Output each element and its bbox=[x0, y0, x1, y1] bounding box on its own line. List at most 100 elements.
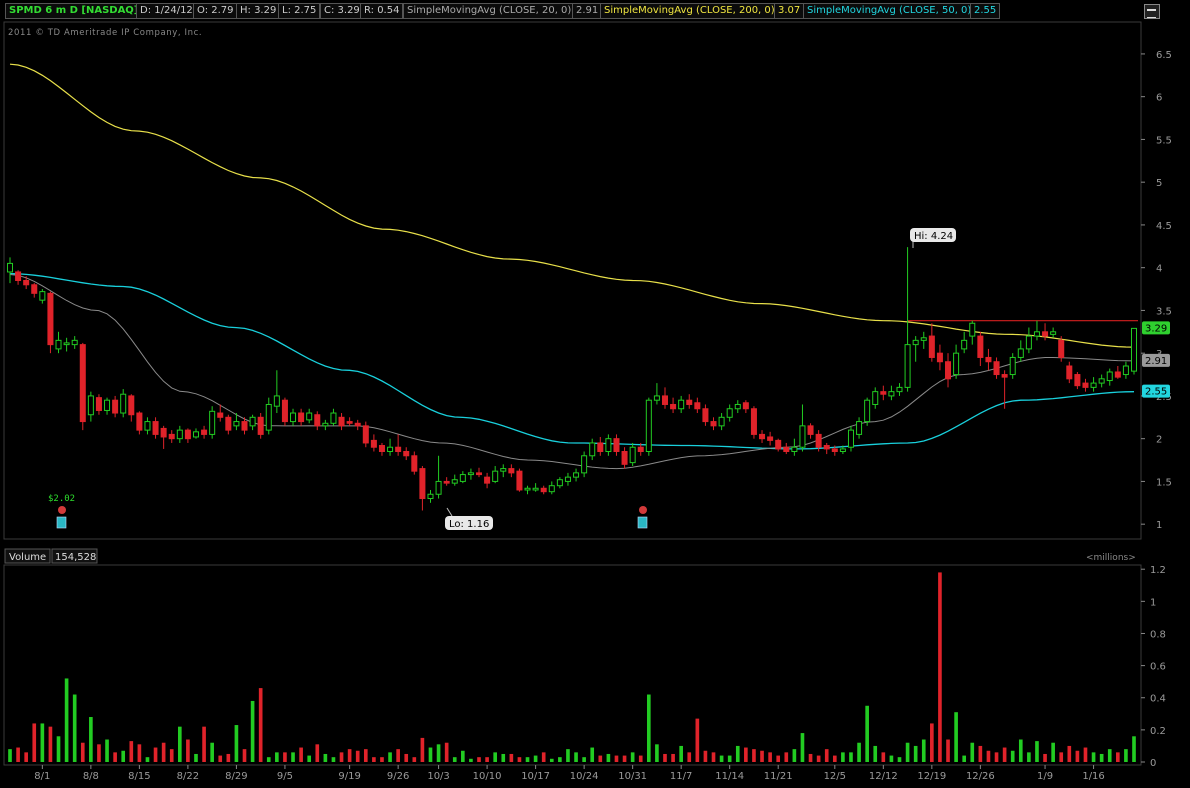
candle-body bbox=[953, 352, 960, 376]
candle bbox=[192, 428, 199, 439]
candle-body bbox=[451, 479, 458, 484]
volume-bar bbox=[275, 752, 279, 762]
candle-body bbox=[15, 271, 22, 282]
dividend-amount: $2.02 bbox=[48, 494, 75, 504]
candle-body bbox=[362, 425, 369, 444]
candle-body bbox=[653, 395, 660, 401]
candle bbox=[1114, 366, 1121, 379]
candle-body bbox=[702, 408, 709, 423]
candle-body bbox=[678, 399, 685, 410]
candle-body bbox=[831, 448, 838, 452]
candle-body bbox=[589, 442, 596, 457]
candle-body bbox=[144, 421, 151, 431]
volume-bar bbox=[461, 750, 465, 762]
volume-bar bbox=[331, 757, 336, 762]
volume-bar bbox=[590, 747, 595, 762]
candle-body bbox=[1106, 371, 1113, 382]
price-tick-label: 4 bbox=[1156, 264, 1162, 275]
candle bbox=[95, 394, 102, 415]
candle-body bbox=[888, 391, 895, 397]
candle-body bbox=[670, 403, 677, 410]
volume-tick-label: 0.6 bbox=[1150, 662, 1166, 673]
candle-body bbox=[1033, 331, 1040, 337]
volume-bar bbox=[347, 749, 352, 762]
sma20-line bbox=[9, 274, 1135, 470]
candle-body bbox=[872, 391, 879, 405]
date-tick-label: 12/26 bbox=[966, 771, 995, 782]
candle-body bbox=[128, 395, 135, 416]
date-tick-label: 11/14 bbox=[715, 771, 744, 782]
volume-bar bbox=[824, 749, 829, 762]
candle-body bbox=[564, 476, 571, 482]
candle bbox=[645, 397, 652, 456]
candle-body bbox=[597, 442, 604, 453]
candle bbox=[670, 397, 677, 414]
volume-bar bbox=[1010, 750, 1015, 762]
candle bbox=[209, 406, 216, 439]
candle-body bbox=[257, 416, 264, 435]
candlestick-series bbox=[6, 247, 1138, 511]
candle bbox=[1025, 327, 1032, 354]
candle-body bbox=[1025, 335, 1032, 350]
candle bbox=[823, 442, 830, 455]
candle-body bbox=[791, 446, 798, 453]
candle-body bbox=[556, 479, 563, 487]
candle-body bbox=[969, 322, 976, 337]
candle bbox=[589, 438, 596, 461]
candle-body bbox=[661, 395, 668, 405]
candle-body bbox=[419, 468, 426, 500]
candle-body bbox=[39, 291, 46, 301]
volume-bar bbox=[242, 749, 247, 762]
volume-bar bbox=[752, 749, 756, 762]
candle bbox=[896, 383, 903, 396]
candle-body bbox=[1017, 348, 1024, 358]
candle bbox=[217, 404, 224, 422]
candle bbox=[427, 489, 434, 503]
volume-bar bbox=[1083, 747, 1088, 762]
volume-bar bbox=[1116, 752, 1120, 762]
candle bbox=[354, 419, 361, 431]
volume-bar bbox=[1132, 736, 1136, 762]
candle-body bbox=[839, 448, 846, 452]
candle bbox=[120, 389, 127, 418]
candle bbox=[370, 434, 377, 452]
candle bbox=[1009, 353, 1016, 379]
volume-bar bbox=[962, 755, 967, 762]
volume-bar bbox=[56, 736, 61, 762]
candle bbox=[1017, 340, 1024, 362]
volume-bar bbox=[792, 749, 797, 762]
volume-bar bbox=[372, 757, 376, 762]
candle-body bbox=[370, 439, 377, 448]
volume-bar bbox=[735, 745, 740, 762]
candle bbox=[953, 344, 960, 379]
candle-body bbox=[629, 446, 636, 464]
candle bbox=[613, 434, 620, 456]
candle-body bbox=[290, 412, 297, 423]
candle-body bbox=[1009, 356, 1016, 376]
candle-body bbox=[443, 480, 450, 484]
dividend-marker[interactable]: $2.02 bbox=[48, 494, 75, 529]
candle-body bbox=[427, 493, 434, 500]
candle-body bbox=[476, 472, 483, 476]
candle bbox=[31, 283, 38, 298]
sma50-tag: 2.55 bbox=[1142, 384, 1170, 398]
volume-bar bbox=[161, 742, 166, 762]
candle bbox=[225, 414, 232, 435]
candle bbox=[176, 425, 183, 443]
candle-body bbox=[104, 399, 111, 411]
candle-body bbox=[864, 399, 871, 423]
volume-bar bbox=[784, 752, 789, 762]
volume-bar bbox=[1043, 753, 1047, 762]
candle bbox=[104, 397, 111, 415]
candle bbox=[694, 397, 701, 414]
event-marker[interactable] bbox=[637, 506, 648, 529]
candle bbox=[888, 385, 895, 401]
candle-body bbox=[532, 487, 539, 491]
candle bbox=[39, 289, 46, 304]
volume-bar bbox=[412, 757, 417, 762]
candle bbox=[160, 425, 167, 449]
date-tick-label: 10/31 bbox=[618, 771, 647, 782]
volume-bar bbox=[186, 739, 190, 762]
volume-bar bbox=[574, 752, 578, 762]
candle-body bbox=[896, 386, 903, 393]
